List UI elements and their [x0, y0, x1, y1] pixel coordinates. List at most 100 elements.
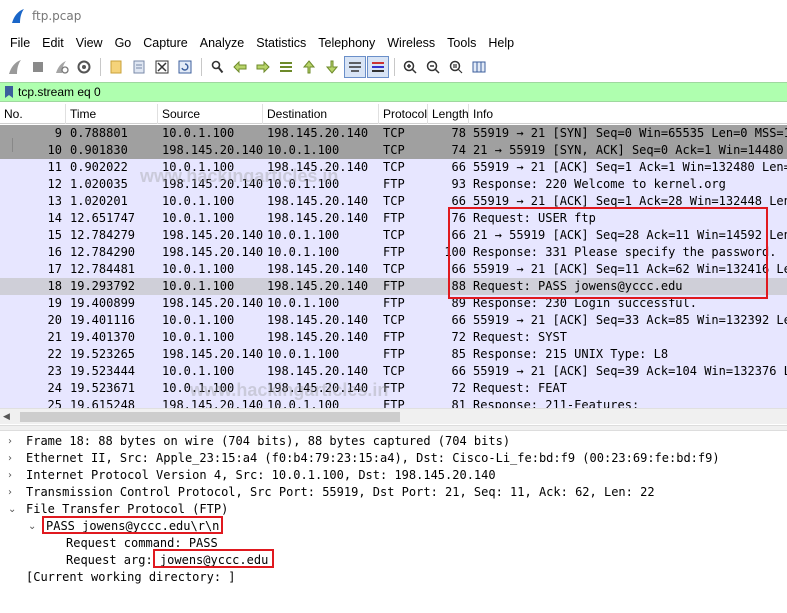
- packet-cell-time: 1.020201: [70, 194, 128, 208]
- menu-file[interactable]: File: [4, 32, 36, 54]
- display-filter-bar[interactable]: tcp.stream eq 0: [0, 82, 787, 102]
- restart-icon[interactable]: [50, 56, 72, 78]
- packet-cell-time: 19.523265: [70, 347, 136, 361]
- packet-cell-info: Request: SYST: [473, 330, 567, 344]
- menu-analyze[interactable]: Analyze: [194, 32, 250, 54]
- display-filter-input[interactable]: tcp.stream eq 0: [18, 85, 101, 99]
- packet-row[interactable]: 12 1.020035 198.145.20.140 10.0.1.100 FTP 93 R…: [0, 176, 787, 193]
- packet-cell-protocol: FTP: [383, 330, 405, 344]
- detail-tree-item[interactable]: › Transmission Control Protocol, Src Port…: [8, 484, 655, 501]
- packet-row[interactable]: 10 0.901830 198.145.20.140 10.0.1.100 TCP 74 2…: [0, 142, 787, 159]
- zoom-in-icon[interactable]: [399, 56, 421, 78]
- column-header-destination[interactable]: Destination: [263, 104, 379, 124]
- toolbar-separator: [201, 58, 202, 76]
- resize-columns-icon[interactable]: [468, 56, 490, 78]
- first-packet-icon[interactable]: [298, 56, 320, 78]
- menu-statistics[interactable]: Statistics: [250, 32, 312, 54]
- menu-capture[interactable]: Capture: [137, 32, 193, 54]
- detail-tree-item[interactable]: › Frame 18: 88 bytes on wire (704 bits), …: [8, 433, 510, 450]
- packet-list-header: No. Time Source Destination Protocol Len…: [0, 104, 787, 124]
- column-header-source[interactable]: Source: [158, 104, 263, 124]
- autoscroll-icon[interactable]: [344, 56, 366, 78]
- last-packet-icon[interactable]: [321, 56, 343, 78]
- packet-cell-time: 19.615248: [70, 398, 136, 408]
- packet-cell-protocol: FTP: [383, 245, 405, 259]
- menu-view[interactable]: View: [70, 32, 109, 54]
- column-header-no[interactable]: No.: [0, 104, 66, 124]
- packet-cell-length: 66: [451, 313, 466, 327]
- detail-tree-item[interactable]: › Ethernet II, Src: Apple_23:15:a4 (f0:b4…: [8, 450, 720, 467]
- scrollbar-thumb[interactable]: [20, 412, 400, 422]
- packet-cell-source: 10.0.1.100: [162, 381, 235, 395]
- packet-cell-protocol: TCP: [383, 364, 405, 378]
- packet-cell-destination: 10.0.1.100: [267, 228, 340, 242]
- packet-cell-no: 22: [47, 347, 62, 361]
- chevron-down-icon[interactable]: ⌄: [28, 518, 40, 535]
- menu-tools[interactable]: Tools: [441, 32, 482, 54]
- chevron-right-icon[interactable]: ›: [8, 467, 20, 484]
- detail-tree-item[interactable]: [Current working directory: ]: [26, 569, 236, 586]
- menu-help[interactable]: Help: [482, 32, 520, 54]
- colorize-icon[interactable]: [367, 56, 389, 78]
- detail-tree-item[interactable]: › Internet Protocol Version 4, Src: 10.0.…: [8, 467, 496, 484]
- packet-cell-destination: 10.0.1.100: [267, 245, 340, 259]
- packet-cell-info: Request: FEAT: [473, 381, 567, 395]
- options-gear-icon[interactable]: [73, 56, 95, 78]
- wireshark-fin-icon: [12, 9, 24, 23]
- packet-cell-source: 10.0.1.100: [162, 279, 235, 293]
- detail-text: [Current working directory: ]: [26, 570, 236, 584]
- packet-cell-time: 19.401370: [70, 330, 136, 344]
- packet-cell-destination: 198.145.20.140: [267, 364, 369, 378]
- packet-cell-source: 10.0.1.100: [162, 194, 235, 208]
- packet-cell-time: 12.651747: [70, 211, 136, 225]
- packet-cell-no: 14: [47, 211, 62, 225]
- packet-row[interactable]: 20 19.401116 10.0.1.100 198.145.20.140 TCP 66…: [0, 312, 787, 329]
- packet-cell-source: 198.145.20.140: [162, 296, 264, 310]
- menu-telephony[interactable]: Telephony: [312, 32, 381, 54]
- menu-go[interactable]: Go: [109, 32, 138, 54]
- menu-wireless[interactable]: Wireless: [381, 32, 441, 54]
- packet-cell-no: 19: [47, 296, 62, 310]
- menu-edit[interactable]: Edit: [36, 32, 70, 54]
- packet-cell-source: 10.0.1.100: [162, 364, 235, 378]
- go-to-packet-icon[interactable]: [275, 56, 297, 78]
- open-file-icon[interactable]: [105, 56, 127, 78]
- packet-cell-protocol: FTP: [383, 347, 405, 361]
- stop-icon[interactable]: [27, 56, 49, 78]
- column-header-length[interactable]: Length: [428, 104, 469, 124]
- packet-row[interactable]: 21 19.401370 10.0.1.100 198.145.20.140 FTP 72…: [0, 329, 787, 346]
- column-header-protocol[interactable]: Protocol: [379, 104, 428, 124]
- save-file-icon[interactable]: [128, 56, 150, 78]
- zoom-reset-icon[interactable]: [445, 56, 467, 78]
- packet-row[interactable]: 11 0.902022 10.0.1.100 198.145.20.140 TCP 66 5…: [0, 159, 787, 176]
- packet-row[interactable]: 22 19.523265 198.145.20.140 10.0.1.100 FTP 85…: [0, 346, 787, 363]
- find-icon[interactable]: [206, 56, 228, 78]
- shark-fin-start-icon[interactable]: [4, 56, 26, 78]
- chevron-right-icon[interactable]: ›: [8, 433, 20, 450]
- chevron-right-icon[interactable]: ›: [8, 484, 20, 501]
- chevron-down-icon[interactable]: ⌄: [8, 501, 20, 518]
- chevron-right-icon[interactable]: ›: [8, 450, 20, 467]
- forward-arrow-icon[interactable]: [252, 56, 274, 78]
- packet-cell-source: 198.145.20.140: [162, 143, 264, 157]
- packet-cell-time: 0.901830: [70, 143, 128, 157]
- reload-icon[interactable]: [174, 56, 196, 78]
- packet-cell-protocol: FTP: [383, 398, 405, 408]
- detail-text: File Transfer Protocol (FTP): [26, 502, 229, 516]
- zoom-out-icon[interactable]: [422, 56, 444, 78]
- column-header-info[interactable]: Info: [469, 104, 787, 124]
- packet-cell-destination: 198.145.20.140: [267, 194, 369, 208]
- packet-row[interactable]: 9 0.788801 10.0.1.100 198.145.20.140 TCP 78 55…: [0, 125, 787, 142]
- column-header-time[interactable]: Time: [66, 104, 158, 124]
- packet-cell-info: Response: 215 UNIX Type: L8: [473, 347, 669, 361]
- packet-row[interactable]: 25 19.615248 198.145.20.140 10.0.1.100 FTP 81…: [0, 397, 787, 408]
- packet-list-hscrollbar[interactable]: ◀: [0, 408, 787, 424]
- scroll-left-icon[interactable]: ◀: [3, 412, 10, 422]
- close-file-icon[interactable]: [151, 56, 173, 78]
- packet-row[interactable]: 23 19.523444 10.0.1.100 198.145.20.140 TCP 66…: [0, 363, 787, 380]
- packet-cell-info: 55919 → 21 [ACK] Seq=33 Ack=85 Win=13239…: [473, 313, 787, 327]
- packet-row[interactable]: 24 19.523671 10.0.1.100 198.145.20.140 FTP 72…: [0, 380, 787, 397]
- packet-cell-info: 55919 → 21 [ACK] Seq=1 Ack=1 Win=132480 …: [473, 160, 787, 174]
- back-arrow-icon[interactable]: [229, 56, 251, 78]
- filter-bookmark-icon[interactable]: [0, 85, 18, 99]
